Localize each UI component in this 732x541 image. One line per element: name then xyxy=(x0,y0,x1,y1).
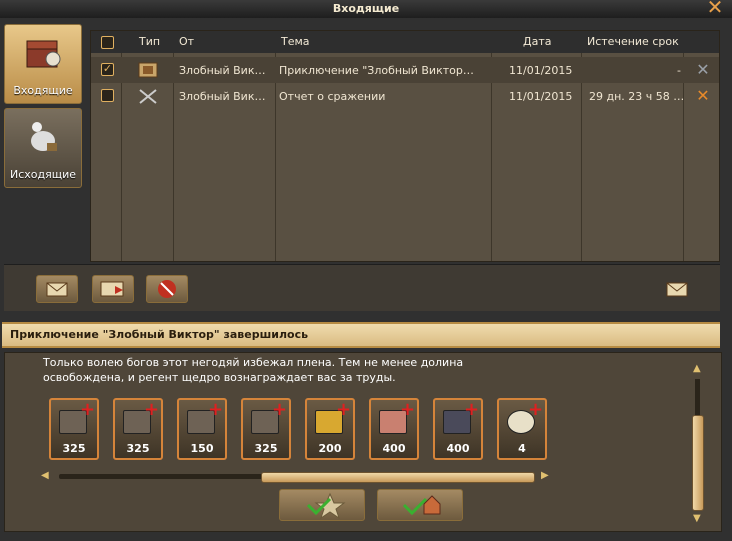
rewards-scrollbar[interactable]: ◀ ▶ xyxy=(41,470,551,484)
message-subject: Приключение "Злобный Виктор" завершилось xyxy=(10,328,309,341)
inbox-tab[interactable]: Входящие xyxy=(4,24,82,104)
reward-item[interactable]: +325 xyxy=(113,398,163,460)
mail-sidebar: Входящие Исходящие xyxy=(4,24,82,264)
reward-amount: 200 xyxy=(318,442,342,455)
column-expires[interactable]: Истечение срок xyxy=(587,35,679,48)
table-row[interactable]: Злобный Вик… Отчет о сражении 11/01/2015… xyxy=(91,83,719,109)
reward-item[interactable]: +200 xyxy=(305,398,355,460)
column-subject[interactable]: Тема xyxy=(281,35,310,48)
checkmark-star-icon xyxy=(306,492,346,520)
outbox-tab[interactable]: Исходящие xyxy=(4,108,82,188)
plus-icon: + xyxy=(80,399,96,420)
reward-amount: 325 xyxy=(254,442,278,455)
plus-icon: + xyxy=(528,399,544,420)
message-subject-bar: Приключение "Злобный Виктор" завершилось xyxy=(2,322,720,348)
reward-item[interactable]: +4 xyxy=(497,398,547,460)
scroll-right-icon[interactable]: ▶ xyxy=(541,470,549,481)
outbox-tab-label: Исходящие xyxy=(9,168,77,181)
reward-item[interactable]: +325 xyxy=(49,398,99,460)
scroll-thumb[interactable] xyxy=(261,472,535,483)
reward-item[interactable]: +400 xyxy=(433,398,483,460)
reward-amount: 400 xyxy=(382,442,406,455)
window-titlebar: Входящие ✕ xyxy=(0,0,732,19)
mark-read-button[interactable] xyxy=(664,279,690,302)
reply-icon xyxy=(100,281,124,297)
scroll-left-icon[interactable]: ◀ xyxy=(41,470,49,481)
row-expires: 29 дн. 23 ч 58 … xyxy=(589,90,685,103)
reward-amount: 325 xyxy=(126,442,150,455)
block-sender-button[interactable] xyxy=(146,275,188,303)
envelope-icon xyxy=(46,282,68,297)
scroll-down-icon[interactable]: ▼ xyxy=(693,513,701,524)
adventure-scroll-icon xyxy=(138,62,158,78)
block-icon xyxy=(158,280,176,298)
row-from: Злобный Вик… xyxy=(179,64,266,77)
message-list: Тип От Тема Дата Истечение срок ✓ Злобны… xyxy=(90,30,720,262)
plus-icon: + xyxy=(208,399,224,420)
scroll-up-icon[interactable]: ▲ xyxy=(693,363,701,374)
row-date: 11/01/2015 xyxy=(509,90,573,103)
reward-item[interactable]: +325 xyxy=(241,398,291,460)
row-date: 11/01/2015 xyxy=(509,64,573,77)
column-type[interactable]: Тип xyxy=(139,35,160,48)
plus-icon: + xyxy=(464,399,480,420)
row-from: Злобный Вик… xyxy=(179,90,266,103)
column-date[interactable]: Дата xyxy=(523,35,551,48)
reward-amount: 4 xyxy=(518,442,526,455)
plus-icon: + xyxy=(272,399,288,420)
scroll-thumb[interactable] xyxy=(692,415,704,511)
plus-icon: + xyxy=(144,399,160,420)
message-list-header: Тип От Тема Дата Истечение срок xyxy=(91,31,719,53)
row-checkbox[interactable] xyxy=(101,89,114,102)
reward-amount: 325 xyxy=(62,442,86,455)
plus-icon: + xyxy=(336,399,352,420)
message-text: Только волею богов этот негодяй избежал … xyxy=(43,355,563,385)
reward-item[interactable]: +150 xyxy=(177,398,227,460)
row-subject: Приключение "Злобный Виктор… xyxy=(279,64,474,77)
row-checkbox-checked[interactable]: ✓ xyxy=(101,63,114,76)
message-text-line: Только волею богов этот негодяй избежал … xyxy=(43,356,464,369)
select-all-checkbox[interactable] xyxy=(101,36,114,49)
plus-icon: + xyxy=(400,399,416,420)
message-text-line: освобождена, и регент щедро вознаграждае… xyxy=(43,371,396,384)
window-close-button[interactable]: ✕ xyxy=(706,0,724,17)
new-message-button[interactable] xyxy=(36,275,78,303)
accept-rewards-button[interactable] xyxy=(279,489,365,521)
window-title: Входящие xyxy=(332,2,400,15)
envelope-icon xyxy=(666,282,688,297)
crossed-swords-icon xyxy=(139,89,157,104)
checkmark-house-icon xyxy=(402,495,441,516)
pigeon-icon xyxy=(31,122,57,151)
delete-message-button[interactable]: ✕ xyxy=(695,88,711,104)
mail-action-bar xyxy=(4,264,720,311)
row-expires: - xyxy=(677,64,681,77)
inbox-tab-label: Входящие xyxy=(13,84,73,97)
row-subject: Отчет о сражении xyxy=(279,90,386,103)
delete-message-button[interactable]: ✕ xyxy=(695,62,711,78)
reward-amount: 150 xyxy=(190,442,214,455)
column-from[interactable]: От xyxy=(179,35,194,48)
reply-button[interactable] xyxy=(92,275,134,303)
accept-to-star-menu-button[interactable] xyxy=(377,489,463,521)
reward-amount: 400 xyxy=(446,442,470,455)
message-scrollbar[interactable]: ▲ ▼ xyxy=(691,363,705,525)
message-body: Только волею богов этот негодяй избежал … xyxy=(4,352,722,532)
table-row[interactable]: ✓ Злобный Вик… Приключение "Злобный Викт… xyxy=(91,57,719,83)
reward-item[interactable]: +400 xyxy=(369,398,419,460)
inbox-chest-icon xyxy=(26,40,61,68)
